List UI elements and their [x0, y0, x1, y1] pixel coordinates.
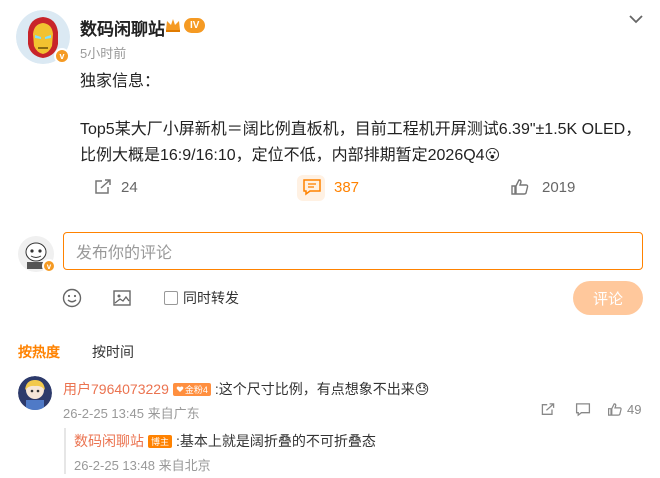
level-badge: IV: [164, 16, 206, 34]
submit-comment-button[interactable]: 评论: [573, 281, 643, 315]
emoji-button[interactable]: [62, 288, 82, 308]
comment-input[interactable]: 发布你的评论: [63, 232, 643, 270]
fan-badge: 金粉4: [172, 382, 211, 396]
fan-heart-icon: [176, 386, 184, 392]
comment-reply-button[interactable]: [575, 402, 591, 417]
tab-sort-hot[interactable]: 按热度: [18, 342, 60, 362]
repost-button[interactable]: 24: [93, 178, 138, 196]
commenter-avatar[interactable]: [18, 376, 52, 410]
crown-icon: [166, 19, 180, 32]
fan-badge-text: 金粉4: [184, 384, 208, 395]
post-line-1: 独家信息：: [80, 73, 161, 90]
like-count: 2019: [542, 178, 576, 196]
comment-icon: [303, 179, 321, 196]
level-badge-text: IV: [184, 17, 206, 33]
commenter-name[interactable]: 用户7964073229: [63, 379, 169, 399]
emoji-surprised-icon: 😮: [484, 147, 501, 164]
comment-meta: 26-2-25 13:45 来自广东: [63, 406, 200, 421]
post-line-3: 比例大概是16:9/16:10，定位不低，内部排期暂定2026Q4😮: [80, 141, 500, 171]
comment-icon: [575, 403, 591, 417]
comment-repost-button[interactable]: [540, 402, 556, 417]
repost-icon: [541, 403, 555, 415]
image-icon: [113, 290, 131, 306]
post-line-3-text: 比例大概是16:9/16:10，定位不低，内部排期暂定2026Q4: [80, 147, 485, 164]
anime-avatar-icon: [18, 376, 52, 410]
like-button[interactable]: 2019: [510, 178, 575, 196]
reply-meta: 26-2-25 13:48 来自北京: [74, 458, 211, 473]
thumbs-up-icon: [511, 179, 529, 195]
author-name[interactable]: 数码闲聊站: [80, 15, 165, 40]
chevron-down-icon[interactable]: [627, 12, 645, 26]
comment-button[interactable]: 387: [302, 178, 359, 196]
comment-like-count: 49: [627, 402, 642, 417]
post-time[interactable]: 5小时前: [80, 43, 126, 62]
thumbs-up-icon: [608, 403, 622, 416]
verified-badge-icon: v: [54, 48, 70, 64]
reply-text: :基本上就是阔折叠的不可折叠态: [176, 433, 376, 449]
also-repost-checkbox[interactable]: [164, 291, 178, 305]
user-verified-badge-icon: v: [42, 259, 56, 273]
smiley-icon: [62, 288, 82, 308]
comment-count: 387: [334, 178, 360, 196]
tab-sort-time[interactable]: 按时间: [92, 342, 134, 362]
repost-count: 24: [121, 178, 138, 196]
also-repost-label[interactable]: 同时转发: [183, 288, 239, 308]
repost-icon: [95, 179, 111, 194]
reply-header: 数码闲聊站 博主 :基本上就是阔折叠的不可折叠态: [74, 431, 376, 451]
comment-input-placeholder: 发布你的评论: [76, 245, 173, 262]
comment-text: :这个尺寸比例，有点想象不出来😓: [214, 381, 430, 397]
reply-author-name[interactable]: 数码闲聊站: [74, 431, 144, 451]
host-badge: 博主: [148, 434, 173, 448]
image-button[interactable]: [112, 288, 132, 308]
comment-like-button[interactable]: 49: [607, 402, 641, 417]
comment-header: 用户7964073229 金粉4 :这个尺寸比例，有点想象不出来😓: [63, 379, 429, 399]
